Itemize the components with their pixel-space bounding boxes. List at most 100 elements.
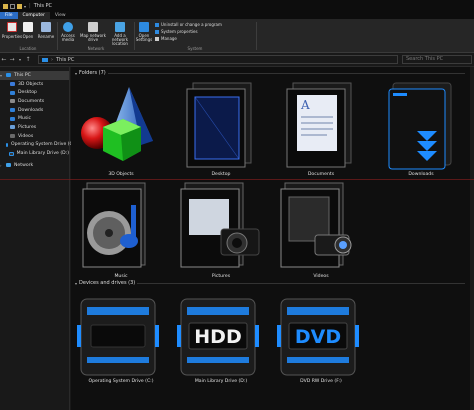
sidebar-item-label: Network xyxy=(14,162,34,168)
search-input[interactable]: Search This PC xyxy=(402,55,472,64)
access-media-label: Access media xyxy=(61,33,75,42)
this-pc-icon xyxy=(6,73,11,78)
hdd-badge: HDD xyxy=(194,326,242,348)
folder-label: Downloads xyxy=(408,172,434,177)
add-network-location-button[interactable]: Add a network location xyxy=(106,22,134,46)
chevron-down-icon[interactable]: ▾ xyxy=(0,73,4,78)
ribbon: Properties Open Rename Location Access m… xyxy=(0,19,474,53)
open-settings-button[interactable]: Open Settings xyxy=(135,22,153,42)
sidebar-item-label: Operating System Drive (C:) xyxy=(11,142,77,148)
folder-3d-objects[interactable]: 3D Objects xyxy=(71,79,171,179)
documents-folder-icon: A xyxy=(286,82,352,168)
sidebar-item-music[interactable]: Music xyxy=(0,114,69,123)
sidebar-item-label: Pictures xyxy=(18,124,37,130)
hard-drive-icon xyxy=(77,298,159,376)
up-arrow-icon[interactable]: ↑ xyxy=(24,56,32,63)
chevron-down-icon[interactable]: ▾ xyxy=(24,4,26,9)
sidebar-item-label: This PC xyxy=(14,72,31,78)
navigation-pane: ▾ This PC 3D Objects Desktop Documents D… xyxy=(0,67,76,410)
folder-videos[interactable]: Videos xyxy=(271,181,371,281)
access-media-button[interactable]: Access media xyxy=(58,22,78,42)
desktop-icon xyxy=(10,90,15,95)
drive-f[interactable]: DVD DVD RW Drive (F:) xyxy=(271,293,371,389)
sidebar-item-videos[interactable]: Videos xyxy=(0,132,69,141)
sidebar-item-network[interactable]: › Network xyxy=(0,161,69,170)
map-network-drive-button[interactable]: Map network drive xyxy=(80,22,106,42)
tab-view[interactable]: View xyxy=(50,12,71,19)
drive-icon xyxy=(6,142,8,147)
content-pane: ▾ Folders (7) 3D Objects Desktop A Docum… xyxy=(71,67,474,410)
properties-icon xyxy=(7,22,17,32)
forward-arrow-icon[interactable]: → xyxy=(8,56,16,63)
sidebar-item-this-pc[interactable]: ▾ This PC xyxy=(0,71,69,80)
rename-button[interactable]: Rename xyxy=(36,22,56,39)
network-drive-icon xyxy=(88,22,98,32)
pictures-folder-icon xyxy=(180,182,260,268)
address-bar: ← → ▾ ↑ › This PC Search This PC xyxy=(0,53,474,67)
window-title: This PC xyxy=(33,3,53,9)
sidebar-item-documents[interactable]: Documents xyxy=(0,97,69,106)
sidebar-item-desktop[interactable]: Desktop xyxy=(0,88,69,97)
devices-header[interactable]: ▾ Devices and drives (3) xyxy=(75,280,465,286)
documents-icon xyxy=(10,99,15,104)
system-group: Open Settings Uninstall or change a prog… xyxy=(135,20,255,52)
folder-downloads[interactable]: Downloads xyxy=(371,79,471,179)
open-settings-label: Open Settings xyxy=(135,33,153,42)
drive-c[interactable]: Operating System Drive (C:) xyxy=(71,293,171,389)
open-button[interactable]: Open xyxy=(18,22,38,39)
network-group: Access media Map network drive Add a net… xyxy=(58,20,134,52)
folder-icon[interactable] xyxy=(3,3,8,9)
address-field[interactable]: › This PC xyxy=(38,55,398,64)
back-arrow-icon[interactable]: ← xyxy=(0,56,8,63)
location-group: Properties Open Rename Location xyxy=(0,20,56,52)
chevron-down-icon[interactable]: ▾ xyxy=(75,281,77,286)
sidebar-item-label: Desktop xyxy=(18,90,37,96)
open-label: Open xyxy=(22,34,34,39)
folder-label: Documents xyxy=(307,172,335,177)
sidebar-item-3d-objects[interactable]: 3D Objects xyxy=(0,80,69,89)
chevron-down-icon[interactable]: ▾ xyxy=(75,71,77,76)
sidebar-item-label: Videos xyxy=(18,133,34,139)
drive-d[interactable]: HDD Main Library Drive (D:) xyxy=(171,293,271,389)
folder-label: Desktop xyxy=(211,172,231,177)
folder-music[interactable]: Music xyxy=(71,181,171,281)
sidebar-item-drive-c[interactable]: Operating System Drive (C:) xyxy=(0,141,76,150)
sidebar-item-label: 3D Objects xyxy=(18,81,44,87)
location-group-label: Location xyxy=(19,46,37,51)
folders-header[interactable]: ▾ Folders (7) xyxy=(75,70,465,76)
tab-computer[interactable]: Computer xyxy=(17,12,50,19)
divider-line xyxy=(0,179,474,180)
rename-label: Rename xyxy=(37,34,55,39)
sidebar-item-label: Music xyxy=(18,116,32,122)
manage-link[interactable]: Manage xyxy=(155,36,177,41)
downloads-folder-icon xyxy=(388,82,452,170)
system-properties-label: System properties xyxy=(161,29,198,34)
folder-label: Music xyxy=(114,274,128,279)
dvd-badge: DVD xyxy=(294,326,342,348)
this-pc-icon xyxy=(42,57,48,62)
chevron-right-icon[interactable]: › xyxy=(0,163,4,168)
folder-documents[interactable]: A Documents xyxy=(271,79,371,179)
title-separator: | xyxy=(29,3,31,9)
folder-pictures[interactable]: Pictures xyxy=(171,181,271,281)
system-properties-link[interactable]: System properties xyxy=(155,29,198,34)
recent-chevron-icon[interactable]: ▾ xyxy=(16,57,24,62)
add-network-location-label: Add a network location xyxy=(111,33,129,46)
sidebar-item-downloads[interactable]: Downloads xyxy=(0,106,69,115)
breadcrumb[interactable]: This PC xyxy=(56,57,74,63)
title-bar: ▾ | This PC xyxy=(0,0,474,12)
folder-desktop[interactable]: Desktop xyxy=(171,79,271,179)
3d-objects-icon xyxy=(81,87,153,161)
properties-icon[interactable] xyxy=(10,3,15,9)
sidebar-item-pictures[interactable]: Pictures xyxy=(0,123,69,132)
sidebar-item-drive-d[interactable]: Main Library Drive (D:) xyxy=(0,149,69,158)
uninstall-program-link[interactable]: Uninstall or change a program xyxy=(155,22,222,27)
tab-file[interactable]: File xyxy=(0,12,18,19)
manage-icon xyxy=(155,36,159,41)
folder-label: Videos xyxy=(313,274,329,279)
vertical-scrollbar[interactable] xyxy=(470,67,474,410)
videos-icon xyxy=(10,134,15,139)
system-properties-icon xyxy=(155,29,159,34)
system-group-label: System xyxy=(187,46,203,51)
new-folder-icon[interactable] xyxy=(17,3,22,9)
